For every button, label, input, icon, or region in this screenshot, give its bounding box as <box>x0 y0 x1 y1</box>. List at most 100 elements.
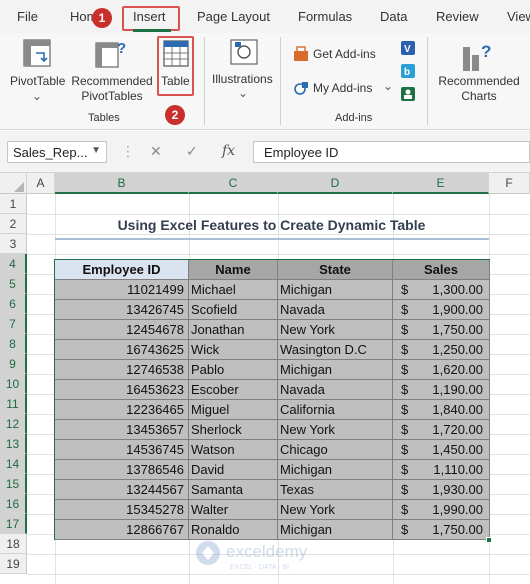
row-header[interactable]: 12 <box>0 414 27 434</box>
name-cell[interactable]: Samanta <box>189 480 278 500</box>
row-header[interactable]: 9 <box>0 354 27 374</box>
pivot-table-icon[interactable] <box>23 39 53 69</box>
tab-formulas[interactable]: Formulas <box>298 9 352 24</box>
visio-icon[interactable]: V <box>400 40 416 56</box>
state-cell[interactable]: Michigan <box>278 460 393 480</box>
column-header-a[interactable]: A <box>27 173 55 194</box>
name-cell[interactable]: Wick <box>189 340 278 360</box>
column-header-e[interactable]: E <box>393 173 489 194</box>
state-cell[interactable]: California <box>278 400 393 420</box>
name-cell[interactable]: Walter <box>189 500 278 520</box>
tab-home[interactable]: Home <box>70 9 94 24</box>
row-header[interactable]: 16 <box>0 494 27 514</box>
sales-cell[interactable]: $1,450.00 <box>393 440 490 460</box>
name-box-dropdown-icon[interactable]: ▼ <box>91 145 101 156</box>
state-cell[interactable]: Michigan <box>278 360 393 380</box>
sales-cell[interactable]: $1,750.00 <box>393 520 490 540</box>
pivot-table-dropdown[interactable]: ⌄ <box>32 89 42 104</box>
my-addins-label[interactable]: My Add-ins <box>313 81 372 96</box>
row-header[interactable]: 19 <box>0 554 27 574</box>
my-addins-dropdown[interactable]: ⌄ <box>383 79 393 94</box>
employee-id-cell[interactable]: 13453657 <box>55 420 189 440</box>
state-cell[interactable]: New York <box>278 420 393 440</box>
employee-id-cell[interactable]: 14536745 <box>55 440 189 460</box>
employee-id-cell[interactable]: 16743625 <box>55 340 189 360</box>
tab-review[interactable]: Review <box>436 9 479 24</box>
recommended-charts-label-2[interactable]: Charts <box>437 89 521 104</box>
tab-file[interactable]: File <box>17 9 38 24</box>
row-header[interactable]: 4 <box>0 254 27 274</box>
employee-id-cell[interactable]: 15345278 <box>55 500 189 520</box>
employee-id-cell[interactable]: 12866767 <box>55 520 189 540</box>
store-icon[interactable] <box>292 45 310 63</box>
name-cell[interactable]: Michael <box>189 280 278 300</box>
column-header-d[interactable]: D <box>278 173 393 194</box>
tab-page-layout[interactable]: Page Layout <box>197 9 270 24</box>
sales-cell[interactable]: $1,900.00 <box>393 300 490 320</box>
sales-cell[interactable]: $1,990.00 <box>393 500 490 520</box>
sales-cell[interactable]: $1,720.00 <box>393 420 490 440</box>
sales-cell[interactable]: $1,300.00 <box>393 280 490 300</box>
enter-icon[interactable]: ✓ <box>186 143 198 160</box>
illustrations-label[interactable]: Illustrations <box>212 72 273 87</box>
illustrations-dropdown[interactable]: ⌄ <box>238 86 248 101</box>
state-cell[interactable]: Chicago <box>278 440 393 460</box>
table-header-cell[interactable]: Employee ID <box>55 260 189 280</box>
name-cell[interactable]: Escober <box>189 380 278 400</box>
select-all-corner[interactable] <box>0 173 27 194</box>
sales-cell[interactable]: $1,750.00 <box>393 320 490 340</box>
row-header[interactable]: 10 <box>0 374 27 394</box>
state-cell[interactable]: Navada <box>278 380 393 400</box>
name-cell[interactable]: Jonathan <box>189 320 278 340</box>
row-header[interactable]: 1 <box>0 194 27 214</box>
row-header[interactable]: 13 <box>0 434 27 454</box>
recommended-pivot-label-1[interactable]: Recommended <box>70 74 154 89</box>
state-cell[interactable]: Michigan <box>278 280 393 300</box>
tab-view[interactable]: View <box>507 9 530 24</box>
name-cell[interactable]: Sherlock <box>189 420 278 440</box>
row-header[interactable]: 18 <box>0 534 27 554</box>
state-cell[interactable]: Texas <box>278 480 393 500</box>
employee-id-cell[interactable]: 13426745 <box>55 300 189 320</box>
sales-table[interactable]: Employee ID Name State Sales 11021499 Michael… <box>54 259 490 540</box>
illustrations-icon[interactable] <box>229 38 259 66</box>
bing-icon[interactable]: b <box>400 63 416 79</box>
recommended-charts-icon[interactable]: ? <box>461 39 495 73</box>
state-cell[interactable]: Wasington D.C <box>278 340 393 360</box>
name-cell[interactable]: David <box>189 460 278 480</box>
row-header[interactable]: 6 <box>0 294 27 314</box>
column-header-f[interactable]: F <box>489 173 530 194</box>
employee-id-cell[interactable]: 11021499 <box>55 280 189 300</box>
people-graph-icon[interactable] <box>400 86 416 102</box>
table-resize-handle[interactable] <box>486 537 492 543</box>
name-cell[interactable]: Scofield <box>189 300 278 320</box>
sales-cell[interactable]: $1,190.00 <box>393 380 490 400</box>
table-icon[interactable] <box>163 40 189 68</box>
sales-cell[interactable]: $1,840.00 <box>393 400 490 420</box>
row-header[interactable]: 5 <box>0 274 27 294</box>
name-cell[interactable]: Watson <box>189 440 278 460</box>
state-cell[interactable]: Navada <box>278 300 393 320</box>
table-button-label[interactable]: Table <box>161 74 190 89</box>
recommended-pivot-label-2[interactable]: PivotTables <box>70 89 154 104</box>
employee-id-cell[interactable]: 12746538 <box>55 360 189 380</box>
column-header-b[interactable]: B <box>55 173 189 194</box>
row-header[interactable]: 8 <box>0 334 27 354</box>
state-cell[interactable]: New York <box>278 320 393 340</box>
table-header-cell[interactable]: State <box>278 260 393 280</box>
get-addins-label[interactable]: Get Add-ins <box>313 47 376 62</box>
row-header[interactable]: 7 <box>0 314 27 334</box>
recommended-pivot-icon[interactable]: ? <box>95 39 127 71</box>
sales-cell[interactable]: $1,620.00 <box>393 360 490 380</box>
column-header-c[interactable]: C <box>189 173 278 194</box>
row-header[interactable]: 11 <box>0 394 27 414</box>
employee-id-cell[interactable]: 12454678 <box>55 320 189 340</box>
row-header[interactable]: 15 <box>0 474 27 494</box>
formula-input[interactable]: Employee ID <box>253 141 530 163</box>
state-cell[interactable]: New York <box>278 500 393 520</box>
my-addins-icon[interactable] <box>292 79 310 97</box>
name-box[interactable]: Sales_Rep... ▼ <box>7 141 107 163</box>
row-header[interactable]: 17 <box>0 514 27 534</box>
sales-cell[interactable]: $1,110.00 <box>393 460 490 480</box>
row-header[interactable]: 3 <box>0 234 27 254</box>
